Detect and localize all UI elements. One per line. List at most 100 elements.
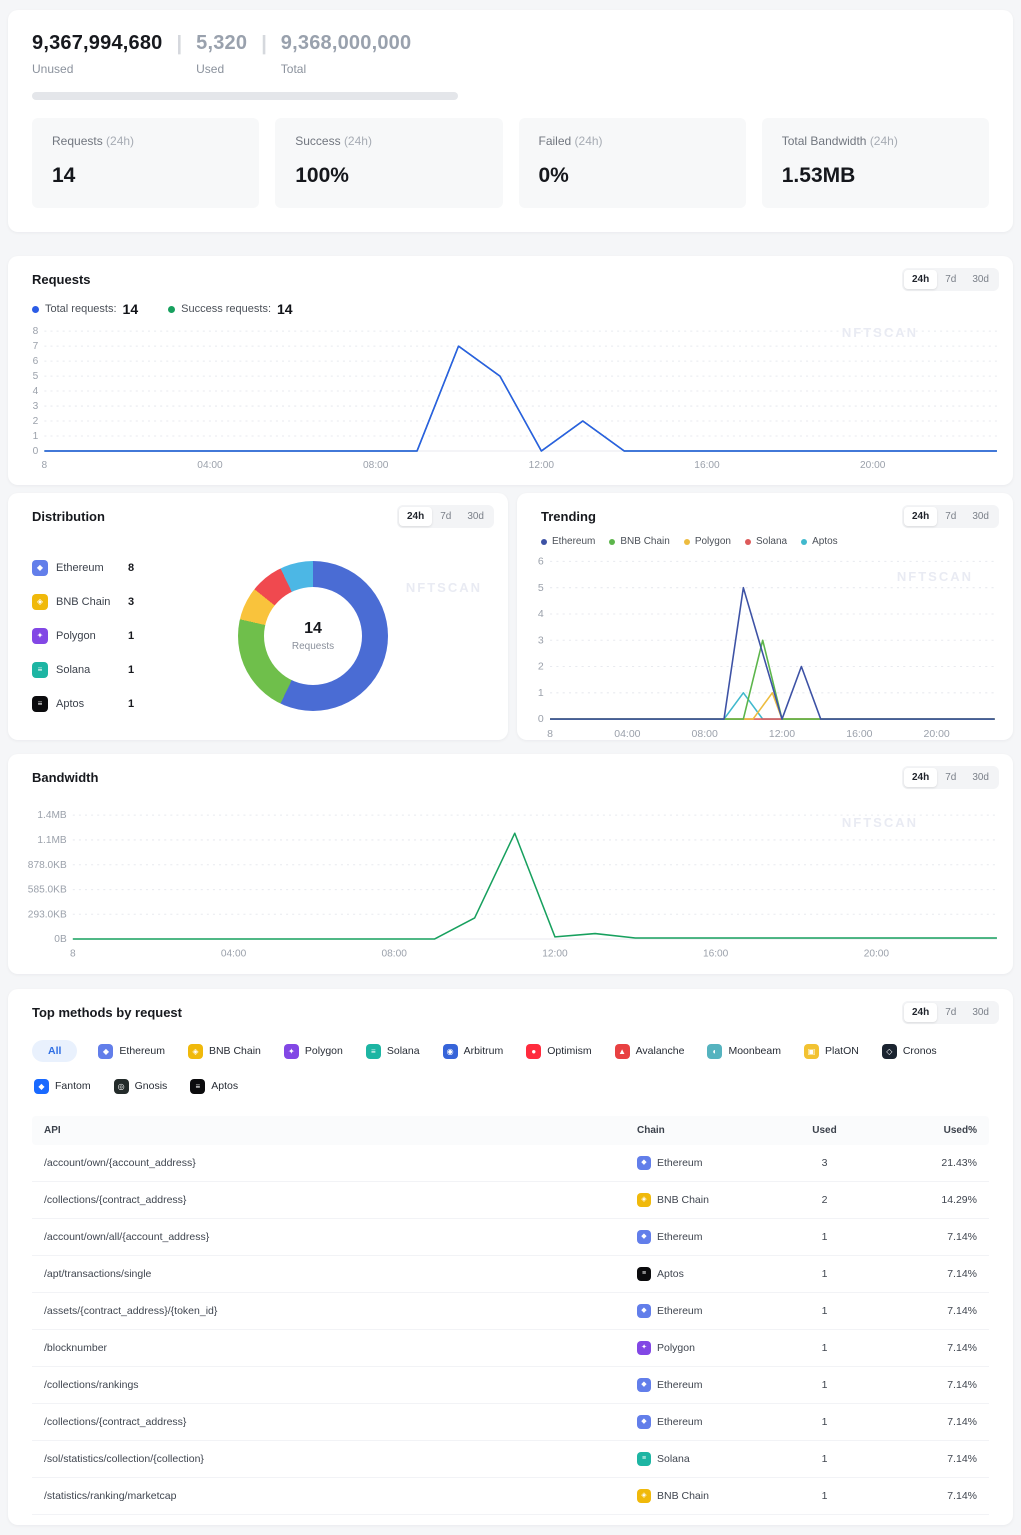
legend-total-requests-[interactable]: Total requests:14	[32, 301, 138, 317]
stat-label: Success (24h)	[295, 134, 482, 148]
trending-legend-solana[interactable]: Solana	[745, 536, 787, 547]
total-value: 9,368,000,000	[281, 32, 412, 55]
svg-text:8: 8	[547, 728, 553, 740]
chain-chip-moonbeam[interactable]: ◐Moonbeam	[705, 1040, 783, 1063]
chain-cell: ≡Aptos	[637, 1267, 767, 1281]
chain-chip-fantom[interactable]: ◆Fantom	[32, 1075, 93, 1098]
trending-panel: Trending 24h7d30d EthereumBNB ChainPolyg…	[517, 493, 1013, 740]
separator: |	[177, 32, 183, 56]
time-filter-30d[interactable]: 30d	[964, 768, 997, 787]
svg-text:0B: 0B	[54, 934, 67, 945]
svg-text:1.1MB: 1.1MB	[37, 835, 67, 846]
used-pct-cell: 7.14%	[882, 1379, 977, 1391]
used-cell: 1	[767, 1453, 882, 1465]
trending-legend-ethereum[interactable]: Ethereum	[541, 536, 595, 547]
svg-text:04:00: 04:00	[614, 728, 640, 740]
time-filter-30d[interactable]: 30d	[964, 1003, 997, 1022]
chain-chip-arbitrum[interactable]: ◉Arbitrum	[441, 1040, 506, 1063]
chain-chip-all[interactable]: All	[32, 1040, 77, 1062]
svg-text:0: 0	[538, 714, 544, 726]
time-filter-30d[interactable]: 30d	[459, 507, 492, 526]
time-filter-24h[interactable]: 24h	[904, 1003, 937, 1022]
trending-legend-polygon[interactable]: Polygon	[684, 536, 731, 547]
time-filter-24h[interactable]: 24h	[904, 507, 937, 526]
distribution-legend-item-solana[interactable]: ≡Solana1	[32, 662, 204, 678]
unused-label: Unused	[32, 62, 163, 76]
chip-label: BNB Chain	[209, 1045, 261, 1057]
time-filter-24h[interactable]: 24h	[399, 507, 432, 526]
svg-text:3: 3	[538, 635, 544, 647]
distribution-panel-head: Distribution 24h7d30d	[8, 493, 508, 528]
polygon-chain-icon: ✦	[32, 628, 48, 644]
distribution-legend-item-aptos[interactable]: ≡Aptos1	[32, 696, 204, 712]
svg-text:1: 1	[33, 431, 39, 442]
svg-text:08:00: 08:00	[363, 460, 389, 471]
chain-chip-optimism[interactable]: ●Optimism	[524, 1040, 593, 1063]
svg-text:3: 3	[33, 401, 39, 412]
api-cell: /account/own/all/{account_address}	[44, 1231, 637, 1243]
svg-text:20:00: 20:00	[864, 949, 890, 960]
chain-name: Ethereum	[657, 1157, 703, 1169]
svg-text:5: 5	[538, 582, 544, 594]
svg-text:6: 6	[538, 556, 544, 568]
time-filter-30d[interactable]: 30d	[964, 507, 997, 526]
distribution-legend-item-polygon[interactable]: ✦Polygon1	[32, 628, 204, 644]
time-filter-24h[interactable]: 24h	[904, 768, 937, 787]
stat-label: Failed (24h)	[539, 134, 726, 148]
time-filter-30d[interactable]: 30d	[964, 270, 997, 289]
api-cell: /collections/rankings	[44, 1379, 637, 1391]
time-filter-24h[interactable]: 24h	[904, 270, 937, 289]
distribution-body: ◆Ethereum8 ◈BNB Chain3 ✦Polygon1 ≡Solana1 ≡A…	[8, 528, 508, 730]
chain-chip-solana[interactable]: ≡Solana	[364, 1040, 422, 1063]
legend-dot-icon	[609, 539, 615, 545]
time-filter-7d[interactable]: 7d	[937, 768, 964, 787]
table-row: /blocknumber✦Polygon17.14%	[32, 1330, 989, 1367]
chain-chip-gnosis[interactable]: ◎ Gnosis	[112, 1075, 170, 1098]
chain-chip-platon[interactable]: ▣PlatON	[802, 1040, 861, 1063]
used-cell: 1	[767, 1416, 882, 1428]
chain-name: BNB Chain	[657, 1490, 709, 1502]
trending-legend-bnb-chain[interactable]: BNB Chain	[609, 536, 669, 547]
methods-table-header: API Chain Used Used%	[32, 1116, 989, 1145]
chain-name: Ethereum	[657, 1379, 703, 1391]
chain-chip-bnb-chain[interactable]: ◈BNB Chain	[186, 1040, 263, 1063]
trending-line-chart: 0123456804:0008:0012:0016:0020:00	[529, 553, 1001, 740]
distribution-legend-item-bnb-chain[interactable]: ◈BNB Chain3	[32, 594, 204, 610]
distribution-panel: Distribution 24h7d30d ◆Ethereum8 ◈BNB Cha…	[8, 493, 508, 740]
legend-label: Polygon	[695, 536, 731, 547]
chain-chip-ethereum[interactable]: ◆Ethereum	[96, 1040, 167, 1063]
chain-name: BNB Chain	[657, 1194, 709, 1206]
legend-value: 14	[277, 301, 293, 317]
bandwidth-chart-area: NFTSCAN 0B293.0KB585.0KB878.0KB1.1MB1.4M…	[8, 789, 1013, 973]
time-filter-7d[interactable]: 7d	[937, 270, 964, 289]
legend-label: Aptos	[812, 536, 838, 547]
legend-success-requests-[interactable]: Success requests:14	[168, 301, 292, 317]
trending-legend-aptos[interactable]: Aptos	[801, 536, 838, 547]
distribution-legend-item-ethereum[interactable]: ◆Ethereum8	[32, 560, 204, 576]
time-filter-7d[interactable]: 7d	[937, 507, 964, 526]
chain-chip-aptos[interactable]: ≡Aptos	[188, 1075, 240, 1098]
svg-text:6: 6	[33, 356, 39, 367]
chain-request-count: 1	[128, 630, 134, 642]
stat-period: (24h)	[344, 134, 372, 148]
time-filter-7d[interactable]: 7d	[937, 1003, 964, 1022]
trending-time-filter-group: 24h7d30d	[902, 505, 999, 528]
chain-chip-cronos[interactable]: ◇Cronos	[880, 1040, 939, 1063]
distribution-legend: ◆Ethereum8 ◈BNB Chain3 ✦Polygon1 ≡Solana1 ≡A…	[32, 542, 204, 730]
chain-cell: ◈BNB Chain	[637, 1489, 767, 1503]
used-pct-cell: 7.14%	[882, 1490, 977, 1502]
used-label: Used	[196, 62, 247, 76]
unused-value: 9,367,994,680	[32, 32, 163, 55]
svg-text:2: 2	[33, 416, 39, 427]
chain-chip-avalanche[interactable]: ▲Avalanche	[613, 1040, 687, 1063]
gnosis-chain-icon: ◎	[114, 1079, 129, 1094]
svg-text:16:00: 16:00	[694, 460, 720, 471]
legend-dot-icon	[541, 539, 547, 545]
quota-summary: 9,367,994,680 Unused | 5,320 Used | 9,36…	[32, 32, 989, 76]
chip-label: Gnosis	[135, 1080, 168, 1092]
chain-name: Aptos	[657, 1268, 684, 1280]
legend-label: Total requests:	[45, 303, 117, 315]
stat-label: Requests (24h)	[52, 134, 239, 148]
chain-chip-polygon[interactable]: ✦Polygon	[282, 1040, 345, 1063]
time-filter-7d[interactable]: 7d	[432, 507, 459, 526]
